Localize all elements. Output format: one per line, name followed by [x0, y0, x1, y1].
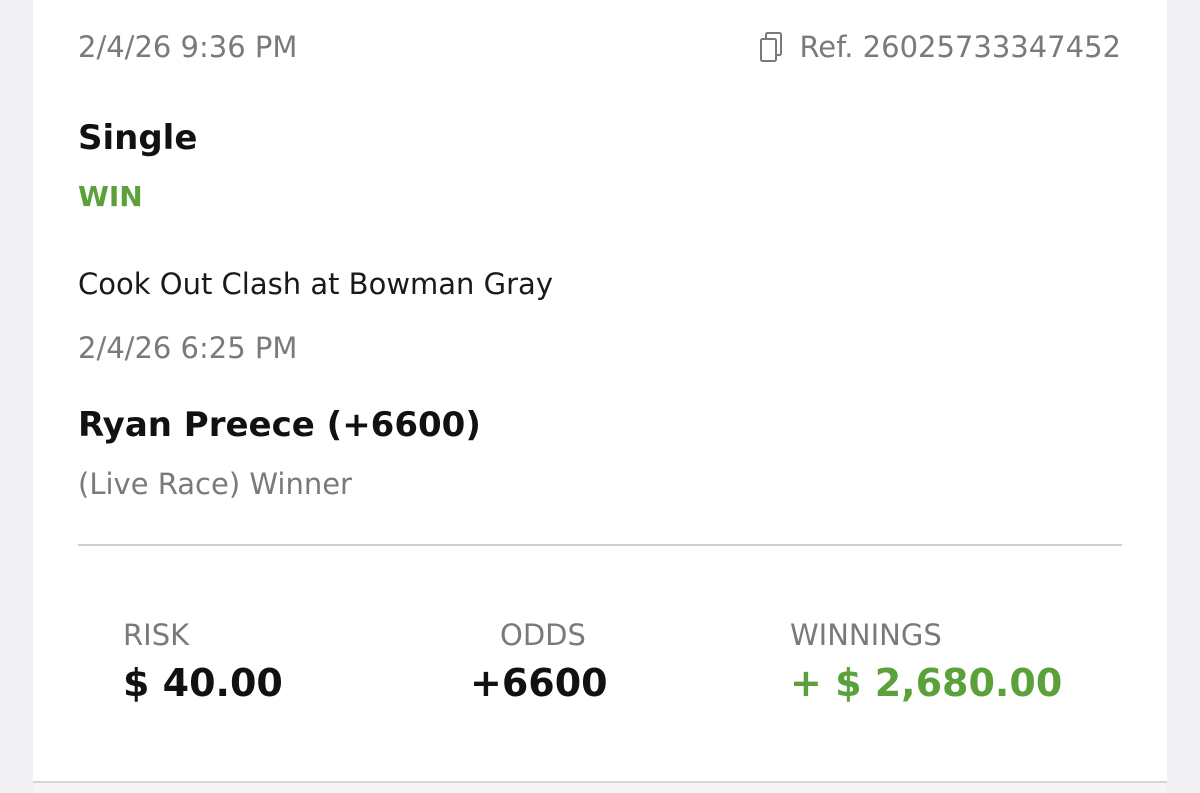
winnings-value: + $ 2,680.00 [790, 661, 1063, 705]
odds-stat: ODDS +6600 [470, 617, 608, 707]
risk-label: RISK [123, 618, 190, 652]
next-card-edge [33, 783, 1167, 793]
reference-copy-button[interactable]: Ref. 26025733347452 [759, 30, 1121, 64]
bet-type: Single [78, 118, 198, 158]
event-timestamp: 2/4/26 6:25 PM [78, 331, 298, 365]
event-name: Cook Out Clash at Bowman Gray [78, 267, 553, 301]
bet-market: (Live Race) Winner [78, 467, 352, 501]
winnings-label: WINNINGS [790, 618, 942, 652]
copy-icon[interactable] [759, 31, 783, 63]
winnings-stat: WINNINGS + $ 2,680.00 [790, 617, 1062, 707]
odds-value: +6600 [470, 661, 608, 705]
risk-value: $ 40.00 [123, 661, 283, 705]
bet-selection: Ryan Preece (+6600) [78, 405, 481, 445]
divider [78, 544, 1122, 546]
risk-stat: RISK $ 40.00 [123, 617, 283, 707]
reference-number: Ref. 26025733347452 [799, 30, 1121, 64]
odds-label: ODDS [500, 618, 586, 652]
bet-result-badge: WIN [78, 180, 143, 213]
placed-timestamp: 2/4/26 9:36 PM [78, 30, 298, 64]
